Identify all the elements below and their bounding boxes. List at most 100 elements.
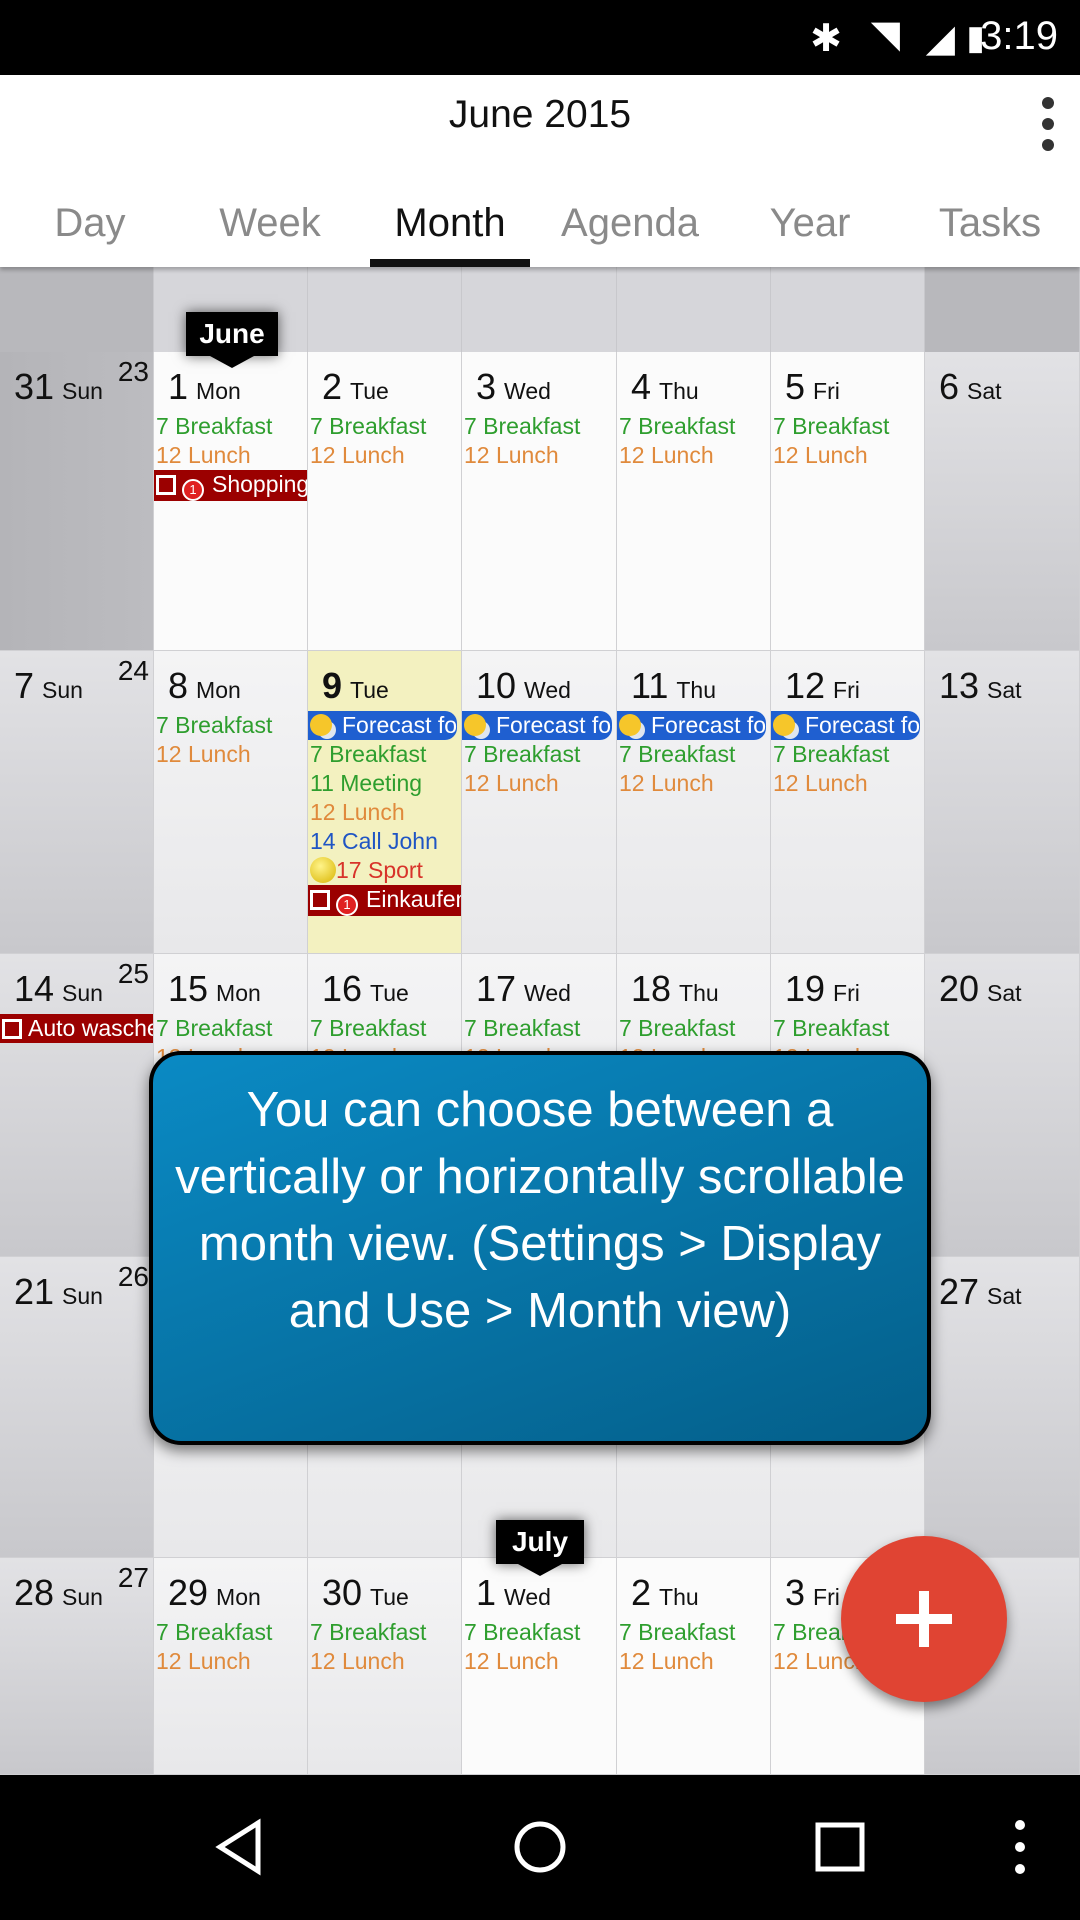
event-item[interactable]: 12 Lunch [462, 1647, 616, 1676]
event-item[interactable]: 7 Breakfast [154, 412, 307, 441]
forecast-chip[interactable]: Forecast for [308, 711, 457, 740]
day-cell[interactable]: 29 Mon 7 Breakfast 12 Lunch [154, 1558, 308, 1775]
event-item[interactable]: 7 Breakfast [308, 1618, 461, 1647]
event-item[interactable]: 12 Lunch [617, 769, 770, 798]
day-cell[interactable]: 12 Fri Forecast for 7 Breakfast 12 Lunch [771, 651, 925, 954]
day-cell[interactable]: 8 Mon 7 Breakfast 12 Lunch [154, 651, 308, 954]
event-item[interactable]: 11 Meeting [308, 769, 461, 798]
day-cell[interactable]: 11 Thu Forecast for 7 Breakfast 12 Lunch [617, 651, 771, 954]
event-item[interactable]: 7 Breakfast [617, 740, 770, 769]
day-cell[interactable]: 1 Wed 7 Breakfast 12 Lunch [462, 1558, 617, 1775]
tab-day[interactable]: Day [0, 193, 180, 267]
more-vert-icon[interactable] [1036, 97, 1060, 153]
checkbox-icon[interactable] [156, 475, 176, 495]
day-cell[interactable]: 7 Sun 24 [0, 651, 154, 954]
event-item[interactable]: 7 Breakfast [771, 412, 924, 441]
more-vert-icon[interactable] [1000, 1815, 1040, 1879]
tab-week[interactable]: Week [180, 193, 360, 267]
event-item[interactable]: 7 Breakfast [617, 1618, 770, 1647]
day-name: Tue [370, 1584, 409, 1610]
event-item[interactable]: 7 Breakfast [154, 1618, 307, 1647]
day-cell[interactable]: 28 Sun 27 [0, 1558, 154, 1775]
status-bar: ✱ ◥ ◢ ▮ 3:19 [0, 0, 1080, 75]
week-number: 23 [117, 356, 149, 387]
day-cell[interactable]: 27 Sat [925, 1257, 1080, 1558]
home-icon[interactable] [508, 1815, 572, 1879]
day-cell[interactable]: 20 Sat [925, 954, 1080, 1257]
event-item[interactable]: 7 Breakfast [308, 740, 461, 769]
tab-year[interactable]: Year [720, 193, 900, 267]
week-number: 27 [117, 1562, 149, 1593]
tennis-ball-icon [310, 857, 336, 883]
event-item[interactable]: 7 Breakfast [462, 1014, 616, 1043]
task-chip[interactable]: Auto waschen [0, 1014, 153, 1043]
event-item[interactable]: 7 Breakfast [154, 711, 307, 740]
day-name: Sat [987, 1283, 1022, 1309]
day-cell[interactable]: 21 Sun 26 [0, 1257, 154, 1558]
page-title[interactable]: June 2015 [0, 93, 1080, 137]
day-name: Mon [196, 677, 241, 703]
day-cell[interactable]: 31 Sun 23 [0, 352, 154, 651]
event-item[interactable]: 14 Call John [308, 827, 461, 856]
event-item[interactable]: 7 Breakfast [462, 740, 616, 769]
tab-agenda[interactable]: Agenda [540, 193, 720, 267]
checkbox-icon[interactable] [2, 1019, 22, 1039]
day-cell[interactable]: 9 Tue Forecast for 7 Breakfast 11 Meeting 12 … [308, 651, 462, 954]
task-chip[interactable]: 1 Einkaufen [308, 885, 461, 916]
event-item[interactable]: 7 Breakfast [462, 1618, 616, 1647]
day-cell[interactable]: 10 Wed Forecast for 7 Breakfast 12 Lunch [462, 651, 617, 954]
day-cell[interactable]: 2 Thu 7 Breakfast 12 Lunch [617, 1558, 771, 1775]
event-item[interactable]: 12 Lunch [462, 769, 616, 798]
event-item[interactable]: 12 Lunch [308, 798, 461, 827]
event-item[interactable]: 7 Breakfast [462, 412, 616, 441]
day-number: 3 Wed [476, 366, 551, 407]
event-item[interactable]: 7 Breakfast [617, 412, 770, 441]
event-item[interactable]: 12 Lunch [462, 441, 616, 470]
day-name: Sun [62, 1283, 103, 1309]
forecast-chip[interactable]: Forecast for [462, 711, 612, 740]
priority-icon: 1 [336, 894, 358, 916]
event-item[interactable]: 7 Breakfast [308, 412, 461, 441]
event-item[interactable]: 7 Breakfast [617, 1014, 770, 1043]
event-item[interactable]: 7 Breakfast [771, 740, 924, 769]
event-item[interactable]: 12 Lunch [308, 441, 461, 470]
day-cell[interactable]: 2 Tue 7 Breakfast 12 Lunch [308, 352, 462, 651]
event-item[interactable]: 12 Lunch [308, 1647, 461, 1676]
tab-tasks[interactable]: Tasks [900, 193, 1080, 267]
back-icon[interactable] [208, 1815, 272, 1879]
event-item[interactable]: 17 Sport [308, 856, 461, 885]
event-item[interactable]: 12 Lunch [154, 1647, 307, 1676]
event-item[interactable]: 12 Lunch [617, 441, 770, 470]
event-item[interactable]: 12 Lunch [154, 441, 307, 470]
day-name: Sat [987, 980, 1022, 1006]
day-cell[interactable]: 6 Sat [925, 352, 1080, 651]
event-item[interactable]: 12 Lunch [154, 740, 307, 769]
day-cell[interactable]: 1 Mon 7 Breakfast 12 Lunch 1 Shopping [154, 352, 308, 651]
add-event-button[interactable] [841, 1536, 1007, 1702]
day-number: 1 Wed [476, 1572, 551, 1613]
event-item[interactable]: 7 Breakfast [154, 1014, 307, 1043]
event-item[interactable]: 12 Lunch [771, 769, 924, 798]
event-item[interactable]: 12 Lunch [771, 441, 924, 470]
day-cell[interactable]: 14Sun 25 Auto waschen [0, 954, 154, 1257]
day-cell[interactable]: 5 Fri 7 Breakfast 12 Lunch [771, 352, 925, 651]
tooltip[interactable]: You can choose between a vertically or h… [149, 1051, 931, 1445]
priority-icon: 1 [182, 479, 204, 501]
day-cell[interactable]: 3 Wed 7 Breakfast 12 Lunch [462, 352, 617, 651]
event-item[interactable]: 12 Lunch [617, 1647, 770, 1676]
task-chip[interactable]: 1 Shopping [154, 470, 307, 501]
recents-icon[interactable] [808, 1815, 872, 1879]
event-item[interactable]: 7 Breakfast [771, 1014, 924, 1043]
tab-month[interactable]: Month [360, 193, 540, 267]
checkbox-icon[interactable] [310, 890, 330, 910]
week-number: 24 [117, 655, 149, 686]
forecast-chip[interactable]: Forecast for [617, 711, 766, 740]
forecast-chip[interactable]: Forecast for [771, 711, 920, 740]
day-number: 12 Fri [785, 665, 860, 706]
day-cell[interactable]: 30 Tue 7 Breakfast 12 Lunch [308, 1558, 462, 1775]
day-cell[interactable]: 13 Sat [925, 651, 1080, 954]
app-bar: June 2015 Day Week Month Agenda Year Tas… [0, 75, 1080, 267]
day-number: 29 Mon [168, 1572, 261, 1613]
event-item[interactable]: 7 Breakfast [308, 1014, 461, 1043]
day-cell[interactable]: 4 Thu 7 Breakfast 12 Lunch [617, 352, 771, 651]
